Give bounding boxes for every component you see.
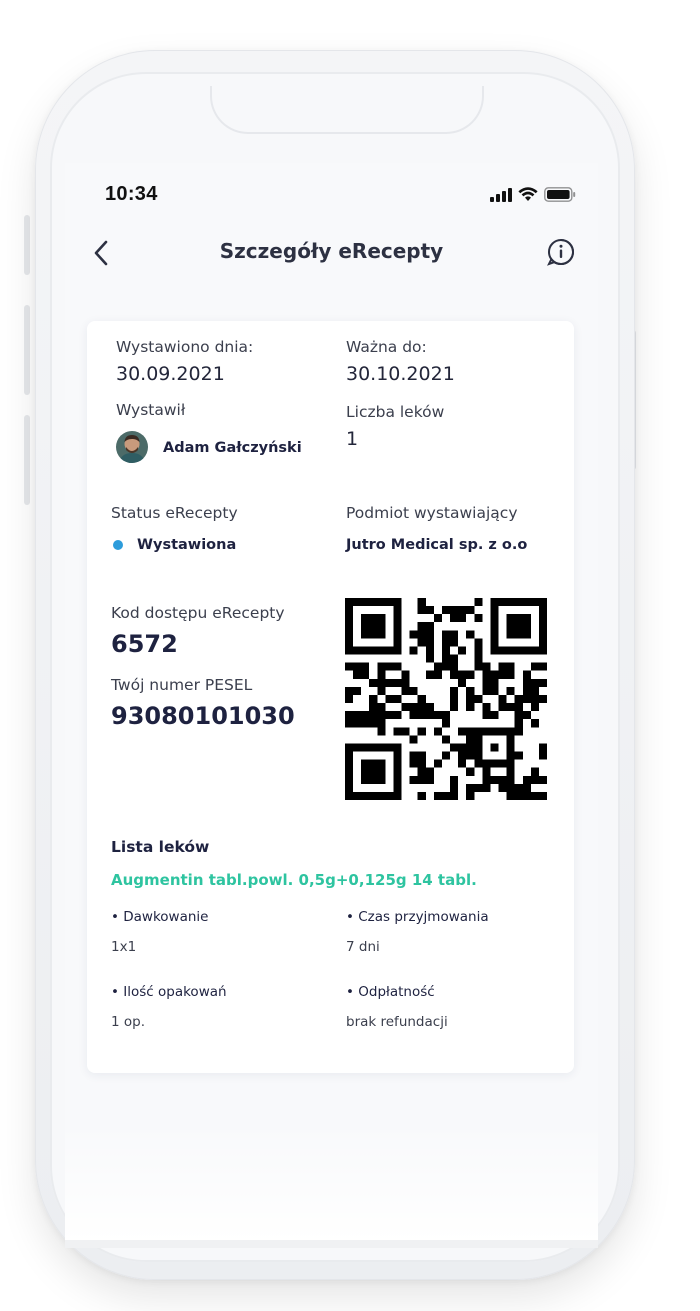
phone-bottom-strip xyxy=(65,1240,598,1248)
pesel-label: Twój numer PESEL xyxy=(111,676,253,694)
battery-icon xyxy=(544,187,576,202)
payment-value: brak refundacji xyxy=(346,1014,448,1030)
payment-label: • Odpłatność xyxy=(346,984,435,1000)
info-button[interactable] xyxy=(546,237,576,267)
wifi-icon xyxy=(518,187,538,201)
prescription-card: Wystawiono dnia: 30.09.2021 Ważna do: 30… xyxy=(87,321,574,1073)
issuer-label: Wystawił xyxy=(116,401,186,419)
issuer-name: Adam Gałczyński xyxy=(163,440,302,456)
med-count-label: Liczba leków xyxy=(346,403,445,421)
medication-name-link[interactable]: Augmentin tabl.powl. 0,5g+0,125g 14 tabl… xyxy=(111,871,477,889)
med-count: 1 xyxy=(346,428,359,450)
qr-code xyxy=(345,598,547,800)
issued-date-label: Wystawiono dnia: xyxy=(116,338,254,356)
status-time: 10:34 xyxy=(105,183,158,205)
phone-notch xyxy=(210,86,484,134)
avatar xyxy=(116,431,148,463)
entity-label: Podmiot wystawiający xyxy=(346,504,518,522)
packages-value: 1 op. xyxy=(111,1014,146,1030)
status-icons xyxy=(490,187,576,202)
app-screen: 10:34 Szczegóły eRecepty Wystawiono dnia… xyxy=(65,163,598,1243)
qr-finder-top-left xyxy=(345,598,402,655)
access-code: 6572 xyxy=(111,630,178,658)
dosage-value: 1x1 xyxy=(111,939,137,955)
pesel-number: 93080101030 xyxy=(111,702,295,730)
packages-label: • Ilość opakowań xyxy=(111,984,227,1000)
issued-date: 30.09.2021 xyxy=(116,363,225,385)
dosage-label: • Dawkowanie xyxy=(111,909,209,925)
qr-finder-bottom-left xyxy=(345,743,402,800)
duration-value: 7 dni xyxy=(346,939,380,955)
qr-finder-top-right xyxy=(490,598,547,655)
page-title: Szczegóły eRecepty xyxy=(219,239,444,263)
screen-bottom-fade xyxy=(65,1123,598,1243)
access-code-label: Kod dostępu eRecepty xyxy=(111,604,285,622)
volume-up-button xyxy=(24,305,30,395)
info-bubble-icon xyxy=(547,239,574,266)
mute-switch xyxy=(24,215,30,275)
cellular-signal-icon xyxy=(490,187,512,202)
valid-until-date: 30.10.2021 xyxy=(346,363,455,385)
entity-value: Jutro Medical sp. z o.o xyxy=(346,537,528,553)
status-dot xyxy=(113,540,123,550)
volume-down-button xyxy=(24,415,30,505)
valid-until-label: Ważna do: xyxy=(346,338,427,356)
status-badge: Wystawiona xyxy=(137,537,237,553)
device-mockup: 10:34 Szczegóły eRecepty Wystawiono dnia… xyxy=(0,0,700,1311)
medication-list-title: Lista leków xyxy=(111,838,210,856)
status-label: Status eRecepty xyxy=(111,504,238,522)
duration-label: • Czas przyjmowania xyxy=(346,909,489,925)
